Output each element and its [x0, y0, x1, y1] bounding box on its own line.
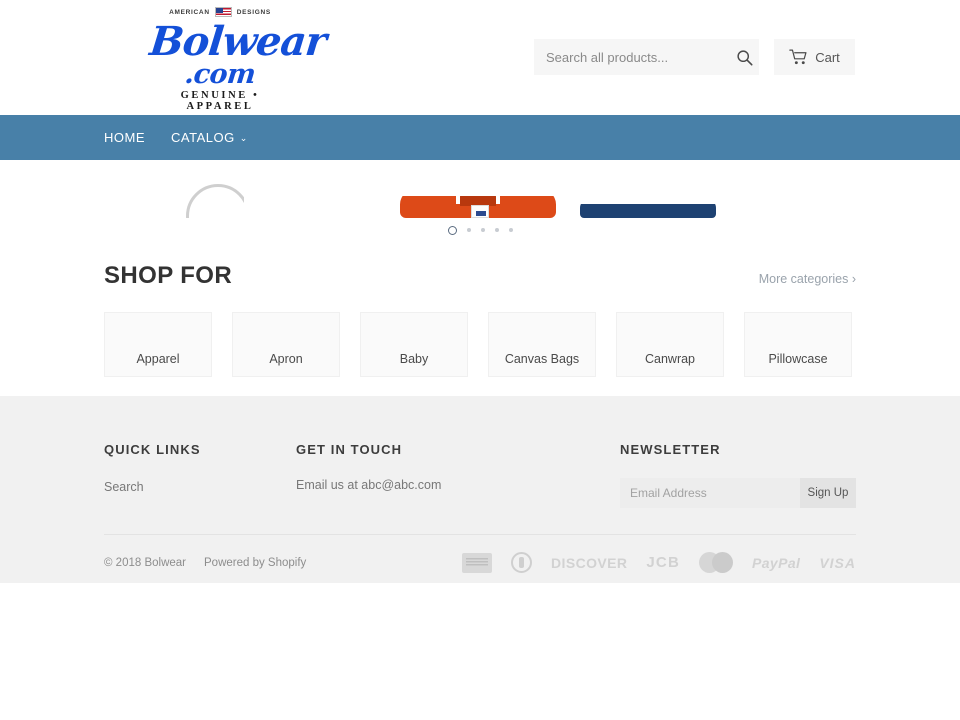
storefront-page: AMERICAN DESIGNS Bolwear .com GENUINE • … [0, 0, 960, 720]
shop-for-header: SHOP FOR More categories › [104, 240, 856, 290]
logo-american-text: AMERICAN [169, 8, 210, 16]
logo-tagline: GENUINE • APPAREL [180, 90, 260, 112]
footer-get-in-touch: GET IN TOUCH Email us at abc@abc.com [296, 442, 620, 508]
paypal-icon: PayPal [751, 554, 801, 571]
search-submit-button[interactable] [730, 39, 759, 75]
cart-icon [789, 49, 807, 64]
footer-newsletter-title: NEWSLETTER [620, 442, 721, 457]
main-navigation: HOME CATALOG ⌄ [0, 115, 960, 160]
slideshow-dot-4[interactable] [494, 228, 499, 232]
discover-icon: DISCOVER [551, 554, 628, 571]
slide-image-gray-shirt [186, 178, 244, 218]
footer-link-search[interactable]: Search [104, 480, 144, 494]
us-flag-icon [214, 7, 232, 17]
slideshow-dot-2[interactable] [466, 228, 471, 232]
category-label: Pillowcase [768, 352, 828, 366]
newsletter-signup-button[interactable]: Sign Up [800, 478, 856, 508]
slideshow-pagination [0, 223, 960, 237]
footer-email-text: Email us at abc@abc.com [296, 478, 442, 492]
visa-icon: VISA [819, 554, 856, 571]
american-express-icon [462, 552, 493, 573]
nav-item-catalog-label: CATALOG [171, 130, 235, 145]
category-card-apparel[interactable]: Apparel [104, 312, 212, 377]
category-card-canvas-bags[interactable]: Canvas Bags [488, 312, 596, 377]
category-label: Baby [399, 352, 429, 366]
site-logo[interactable]: AMERICAN DESIGNS Bolwear .com GENUINE • … [147, 6, 329, 112]
powered-by-text[interactable]: Powered by Shopify [204, 557, 306, 569]
footer-columns: QUICK LINKS Search GET IN TOUCH Email us… [104, 396, 856, 508]
navy-shirt-body [580, 204, 716, 218]
footer-newsletter: NEWSLETTER Sign Up [620, 442, 856, 508]
shop-for-section: SHOP FOR More categories › Apparel Apron… [0, 240, 960, 377]
slide-image-navy-shirt [580, 204, 716, 218]
category-card-canwrap[interactable]: Canwrap [616, 312, 724, 377]
diners-club-icon [511, 552, 533, 573]
category-label: Canvas Bags [504, 352, 580, 366]
hero-slideshow[interactable] [0, 160, 960, 240]
logo-top-line: AMERICAN DESIGNS [150, 6, 290, 18]
newsletter-email-input[interactable] [620, 478, 800, 508]
logo-dotcom: .com [183, 59, 257, 90]
search-input[interactable] [534, 49, 730, 65]
search-bar[interactable] [534, 39, 759, 75]
logo-designs-text: DESIGNS [236, 8, 271, 16]
footer-quick-links-title: QUICK LINKS [104, 442, 201, 457]
category-label: Apron [269, 352, 303, 366]
site-footer: QUICK LINKS Search GET IN TOUCH Email us… [0, 396, 960, 583]
more-categories-link[interactable]: More categories › [759, 272, 856, 286]
logo-brand-script: Bolwear [147, 18, 329, 65]
chevron-down-icon: ⌄ [239, 133, 248, 143]
cart-label: Cart [815, 49, 840, 65]
category-card-pillowcase[interactable]: Pillowcase [744, 312, 852, 377]
nav-item-home[interactable]: HOME [104, 130, 145, 145]
category-label: Apparel [136, 352, 180, 366]
page-title: SHOP FOR [104, 262, 233, 289]
slideshow-dot-1[interactable] [447, 225, 457, 235]
category-grid: Apparel Apron Baby Canvas Bags Canwrap P… [104, 312, 856, 377]
footer-quick-links: QUICK LINKS Search [104, 442, 296, 508]
slide-image-orange-shirt [400, 196, 556, 218]
search-icon [737, 49, 753, 66]
slideshow-dot-3[interactable] [480, 228, 485, 232]
orange-shirt-tag [471, 205, 489, 218]
footer-get-in-touch-title: GET IN TOUCH [296, 442, 403, 457]
copyright-text: © 2018 Bolwear [104, 556, 186, 569]
footer-copyright-group: © 2018 Bolwear Powered by Shopify [104, 557, 306, 569]
mastercard-icon [698, 552, 733, 573]
nav-item-catalog[interactable]: CATALOG ⌄ [171, 130, 248, 145]
cart-button[interactable]: Cart [774, 39, 855, 75]
category-label: Canwrap [644, 352, 696, 366]
nav-item-home-label: HOME [104, 130, 145, 145]
newsletter-form: Sign Up [620, 478, 856, 508]
category-card-baby[interactable]: Baby [360, 312, 468, 377]
footer-bottom-bar: © 2018 Bolwear Powered by Shopify DISCOV… [104, 535, 856, 573]
site-header: AMERICAN DESIGNS Bolwear .com GENUINE • … [0, 0, 960, 115]
category-card-apron[interactable]: Apron [232, 312, 340, 377]
payment-methods: DISCOVER JCB PayPal VISA [462, 552, 856, 573]
jcb-icon: JCB [646, 554, 680, 571]
mastercard-right-circle [711, 552, 733, 573]
slideshow-dot-5[interactable] [508, 228, 513, 232]
